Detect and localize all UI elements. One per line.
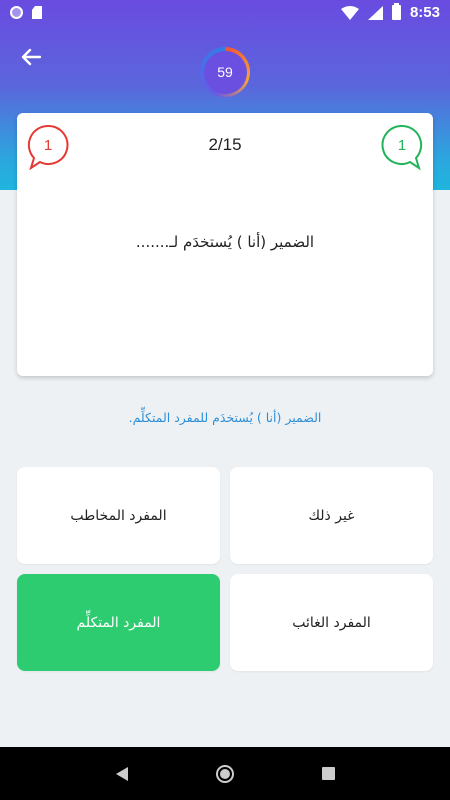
status-time: 8:53 xyxy=(409,4,440,21)
arrow-left-icon xyxy=(21,48,41,66)
notification-dot-icon xyxy=(10,6,23,19)
question-text: الضمير (أنا ) يُستخدَم لـ....... xyxy=(135,233,315,251)
answer-option-2[interactable]: المفرد المخاطب xyxy=(17,467,220,564)
answer-option-1[interactable]: غير ذلك xyxy=(230,467,433,564)
nav-recents-button[interactable] xyxy=(308,754,348,794)
answer-explanation: الضمير (أنا ) يُستخدَم للمفرد المتكلِّم. xyxy=(128,410,322,425)
back-button[interactable] xyxy=(17,43,45,71)
nav-back-button[interactable] xyxy=(102,754,142,794)
navigation-bar xyxy=(0,747,450,800)
correct-count-badge: 1 xyxy=(380,123,424,173)
answer-option-3[interactable]: المفرد الغائب xyxy=(230,574,433,671)
question-card: 1 2/15 1 الضمير (أنا ) يُستخدَم لـ......… xyxy=(17,113,433,376)
square-recents-icon xyxy=(321,767,335,780)
triangle-back-icon xyxy=(115,766,128,781)
question-progress: 2/15 xyxy=(208,135,242,154)
countdown-timer: 59 xyxy=(200,47,250,97)
correct-count: 1 xyxy=(397,136,407,154)
battery-icon xyxy=(391,3,401,20)
wifi-icon xyxy=(340,5,359,20)
timer-value: 59 xyxy=(203,50,247,94)
circle-home-icon xyxy=(215,764,234,783)
answer-option-4-correct[interactable]: المفرد المتكلِّم xyxy=(17,574,220,671)
nav-home-button[interactable] xyxy=(205,754,245,794)
sd-card-icon xyxy=(32,6,42,19)
signal-icon xyxy=(367,5,383,20)
status-bar: 8:53 xyxy=(0,0,450,25)
